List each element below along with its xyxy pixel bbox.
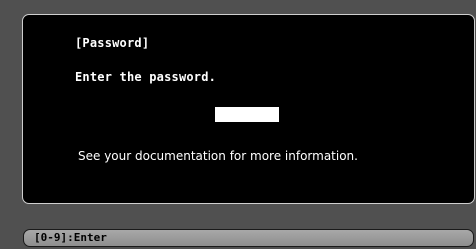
key-help-bar: [0-9]:Enter (23, 229, 474, 247)
password-prompt: Enter the password. (75, 70, 217, 84)
dialog-title: [Password] (75, 36, 150, 50)
documentation-hint: See your documentation for more informat… (78, 149, 358, 163)
password-input[interactable] (215, 107, 279, 122)
key-help-text: [0-9]:Enter (34, 231, 107, 244)
projector-screen: [Password] Enter the password. See your … (0, 0, 476, 249)
password-dialog: [Password] Enter the password. See your … (22, 14, 475, 204)
